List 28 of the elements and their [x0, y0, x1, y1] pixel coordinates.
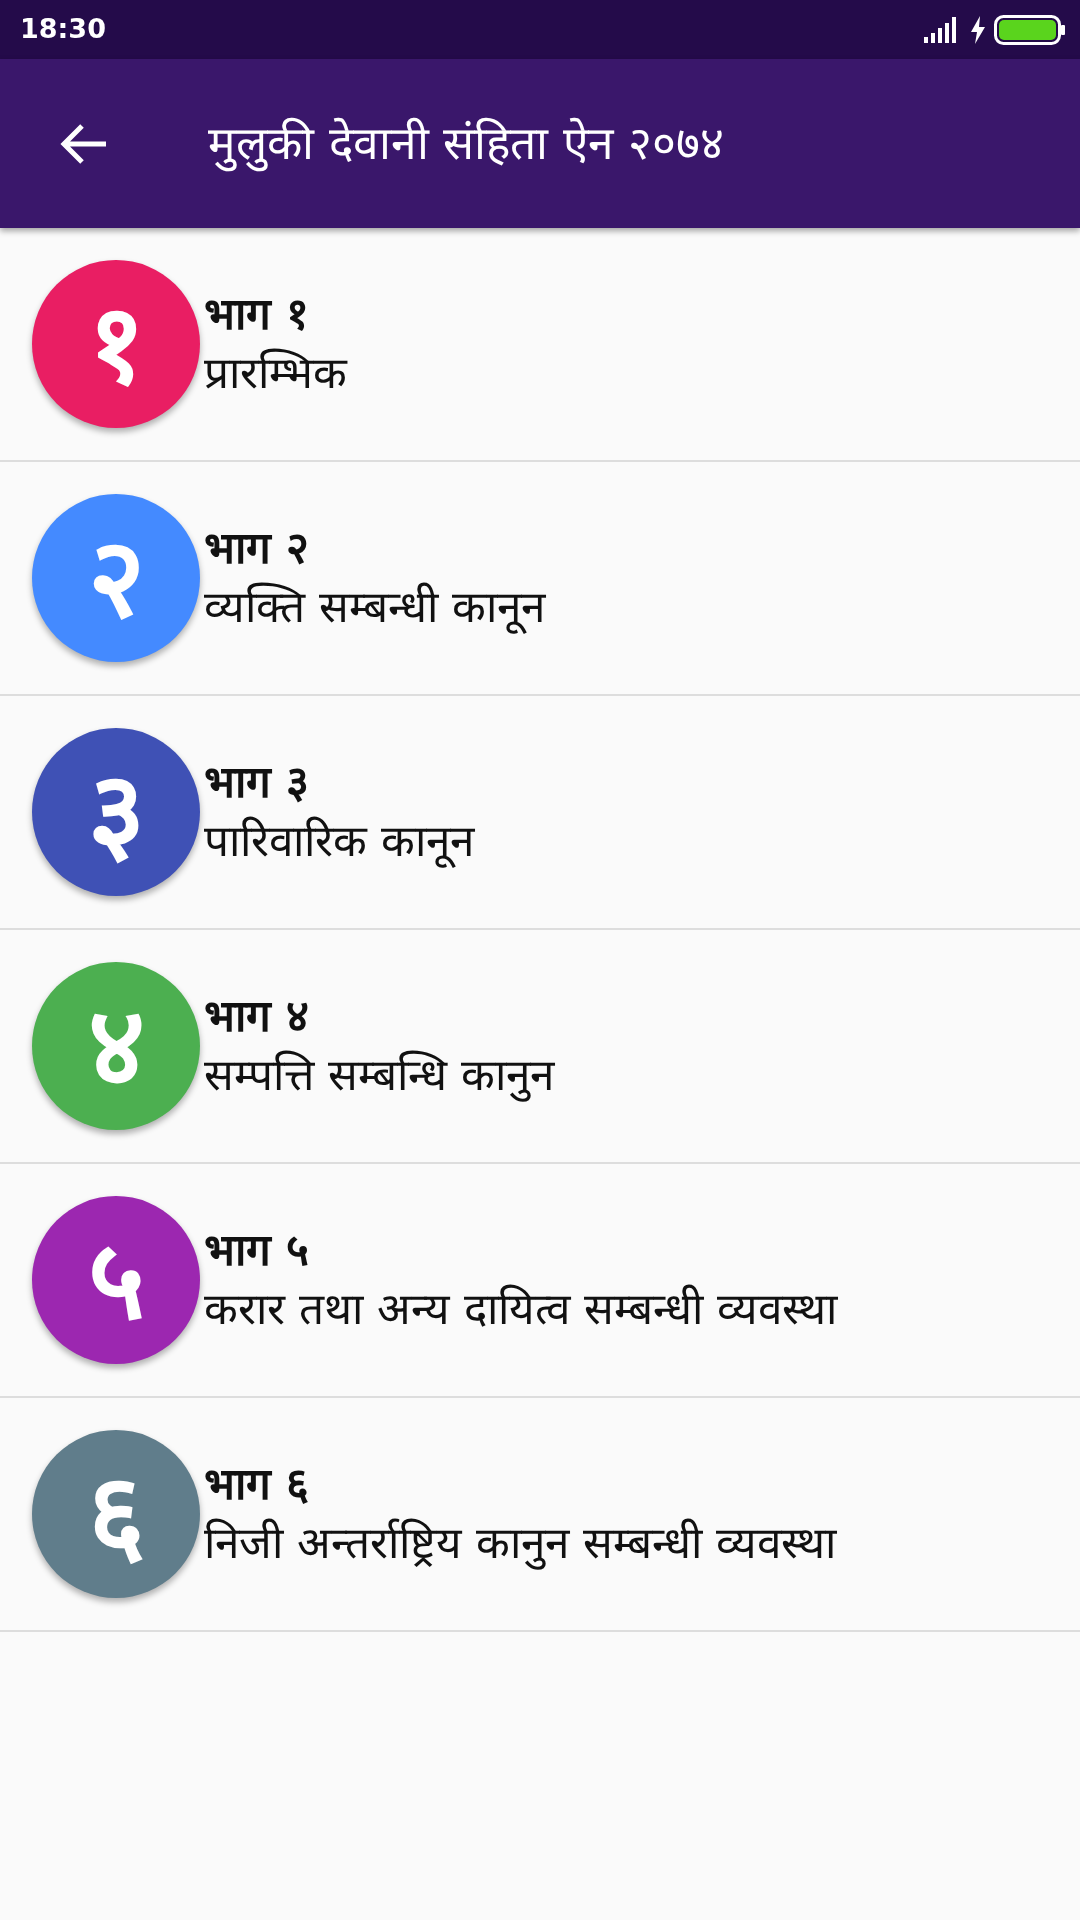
part-subtitle: पारिवारिक कानून	[204, 813, 474, 870]
part-number-badge: २	[32, 494, 200, 662]
part-row[interactable]: ४ भाग ४ सम्पत्ति सम्बन्धि कानुन	[0, 930, 1080, 1164]
app-title: मुलुकी देवानी संहिता ऐन २०७४	[208, 115, 725, 174]
part-number-badge: ४	[32, 962, 200, 1130]
part-row[interactable]: १ भाग १ प्रारम्भिक	[0, 228, 1080, 462]
part-title: भाग ५	[204, 1222, 311, 1277]
charging-icon	[970, 15, 986, 44]
part-number-badge: ६	[32, 1430, 200, 1598]
battery-icon	[994, 14, 1066, 45]
part-title: भाग ६	[204, 1456, 311, 1511]
part-row[interactable]: ६ भाग ६ निजी अन्तर्राष्ट्रिय कानुन सम्बन्धी व्यवस्था	[0, 1398, 1080, 1632]
part-row[interactable]: २ भाग २ व्यक्ति सम्बन्धी कानून	[0, 462, 1080, 696]
status-time: 18:30	[20, 12, 106, 47]
part-subtitle: निजी अन्तर्राष्ट्रिय कानुन सम्बन्धी व्यवस्था	[204, 1515, 836, 1572]
part-number-badge: १	[32, 260, 200, 428]
part-subtitle: प्रारम्भिक	[204, 345, 347, 400]
part-row[interactable]: ३ भाग ३ पारिवारिक कानून	[0, 696, 1080, 930]
part-title: भाग ४	[204, 988, 311, 1043]
part-title: भाग ३	[204, 754, 311, 809]
part-title: भाग २	[204, 520, 311, 575]
part-number-badge: ५	[32, 1196, 200, 1364]
part-number-badge: ३	[32, 728, 200, 896]
part-subtitle: सम्पत्ति सम्बन्धि कानुन	[204, 1047, 554, 1104]
part-row[interactable]: ५ भाग ५ करार तथा अन्य दायित्व सम्बन्धी व्यवस्था	[0, 1164, 1080, 1398]
part-subtitle: करार तथा अन्य दायित्व सम्बन्धी व्यवस्था	[204, 1281, 837, 1336]
part-title: भाग १	[204, 286, 311, 341]
part-subtitle: व्यक्ति सम्बन्धी कानून	[204, 579, 545, 636]
